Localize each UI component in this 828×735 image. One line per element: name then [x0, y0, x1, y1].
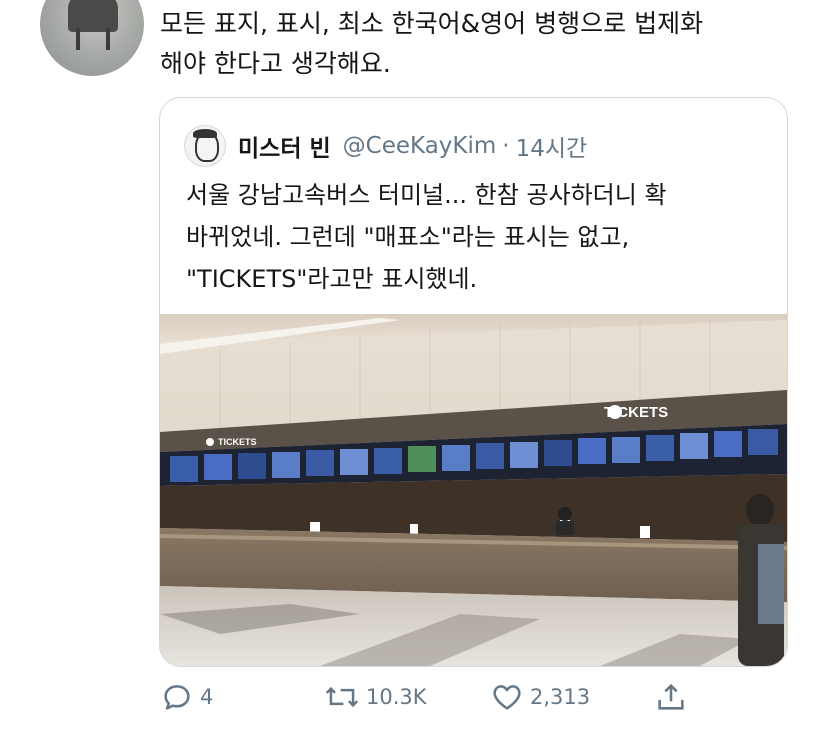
ticket-logo-icon [608, 405, 622, 419]
reply-button[interactable]: 4 [160, 680, 213, 714]
tweet-action-bar: 4 10.3K 2,313 [0, 680, 828, 720]
like-count: 2,313 [530, 685, 591, 709]
retweet-button[interactable]: 10.3K [324, 680, 427, 714]
tweet-text: 모든 표지, 표시, 최소 한국어&영어 병행으로 법제화 해야 한다고 생각해… [160, 9, 704, 78]
retweet-count: 10.3K [366, 685, 427, 709]
quoted-author-avatar[interactable] [184, 125, 226, 167]
reply-count: 4 [200, 685, 214, 709]
quoted-tweet-header: 미스터 빈 @CeeKayKim · 14시간 [184, 125, 588, 167]
sign-tickets-small: TICKETS [218, 437, 257, 447]
avatar-figure-leg [106, 28, 110, 50]
reply-icon [164, 685, 190, 710]
ticket-logo-icon-small [206, 438, 214, 446]
author-avatar[interactable] [40, 0, 144, 76]
share-button[interactable] [654, 680, 694, 714]
retweet-icon [325, 686, 359, 708]
share-icon [658, 683, 684, 710]
quoted-tweet-photo[interactable]: TICKETS TICKETS [160, 314, 787, 666]
quoted-author-handle[interactable]: @CeeKayKim [343, 133, 497, 159]
heart-icon [493, 685, 521, 710]
quoted-author-name[interactable]: 미스터 빈 [238, 129, 331, 163]
quoted-tweet-time[interactable]: 14시간 [516, 129, 588, 163]
quoted-tweet-card[interactable]: 미스터 빈 @CeeKayKim · 14시간 서울 강남고속버스 터미널...… [159, 97, 788, 667]
avatar-face [195, 132, 219, 162]
quoted-tweet-text: 서울 강남고속버스 터미널... 한참 공사하더니 확 바뀌었네. 그런데 "매… [186, 181, 667, 293]
header-separator: · [502, 133, 510, 159]
avatar-figure-leg [76, 28, 80, 50]
like-button[interactable]: 2,313 [490, 680, 590, 714]
